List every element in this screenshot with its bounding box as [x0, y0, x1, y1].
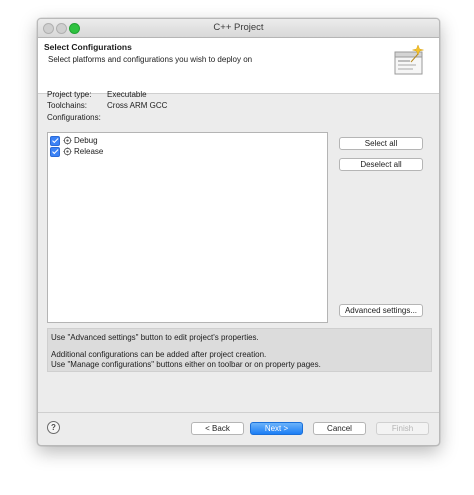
configuration-icon — [63, 136, 72, 145]
toolchains-value: Cross ARM GCC — [107, 101, 168, 110]
dialog-window: C++ Project Select Configurations Select… — [37, 18, 440, 446]
cancel-button[interactable]: Cancel — [313, 422, 366, 435]
list-item-debug[interactable]: Debug — [50, 135, 98, 146]
title-bar[interactable]: C++ Project — [38, 19, 439, 38]
debug-label: Debug — [74, 136, 98, 145]
wizard-banner: Select Configurations Select platforms a… — [38, 38, 439, 94]
configurations-label: Configurations: — [47, 113, 101, 122]
project-type-value: Executable — [107, 90, 147, 99]
info-message-box: Use "Advanced settings" button to edit p… — [47, 328, 432, 372]
advanced-settings-button[interactable]: Advanced settings... — [339, 304, 423, 317]
project-type-label: Project type: — [47, 90, 92, 99]
page-subtitle: Select platforms and configurations you … — [48, 55, 253, 64]
message-line-3: Use "Manage configurations" buttons eith… — [51, 360, 321, 369]
finish-button[interactable]: Finish — [376, 422, 429, 435]
toolchains-label: Toolchains: — [47, 101, 88, 110]
debug-checkbox[interactable] — [50, 135, 60, 146]
footer-divider — [38, 412, 439, 413]
message-line-2: Additional configurations can be added a… — [51, 350, 267, 359]
window-title: C++ Project — [213, 22, 264, 33]
back-button[interactable]: < Back — [191, 422, 244, 435]
message-line-1: Use "Advanced settings" button to edit p… — [51, 333, 259, 342]
release-checkbox[interactable] — [50, 146, 60, 157]
select-all-button[interactable]: Select all — [339, 137, 423, 150]
next-button[interactable]: Next > — [250, 422, 303, 435]
deselect-all-button[interactable]: Deselect all — [339, 158, 423, 171]
list-item-release[interactable]: Release — [50, 146, 103, 157]
configuration-icon — [63, 147, 72, 156]
help-button[interactable]: ? — [47, 421, 60, 434]
configurations-list[interactable]: Debug Release — [47, 132, 328, 323]
release-label: Release — [74, 147, 104, 156]
wizard-icon — [394, 44, 424, 75]
page-title: Select Configurations — [44, 42, 132, 52]
